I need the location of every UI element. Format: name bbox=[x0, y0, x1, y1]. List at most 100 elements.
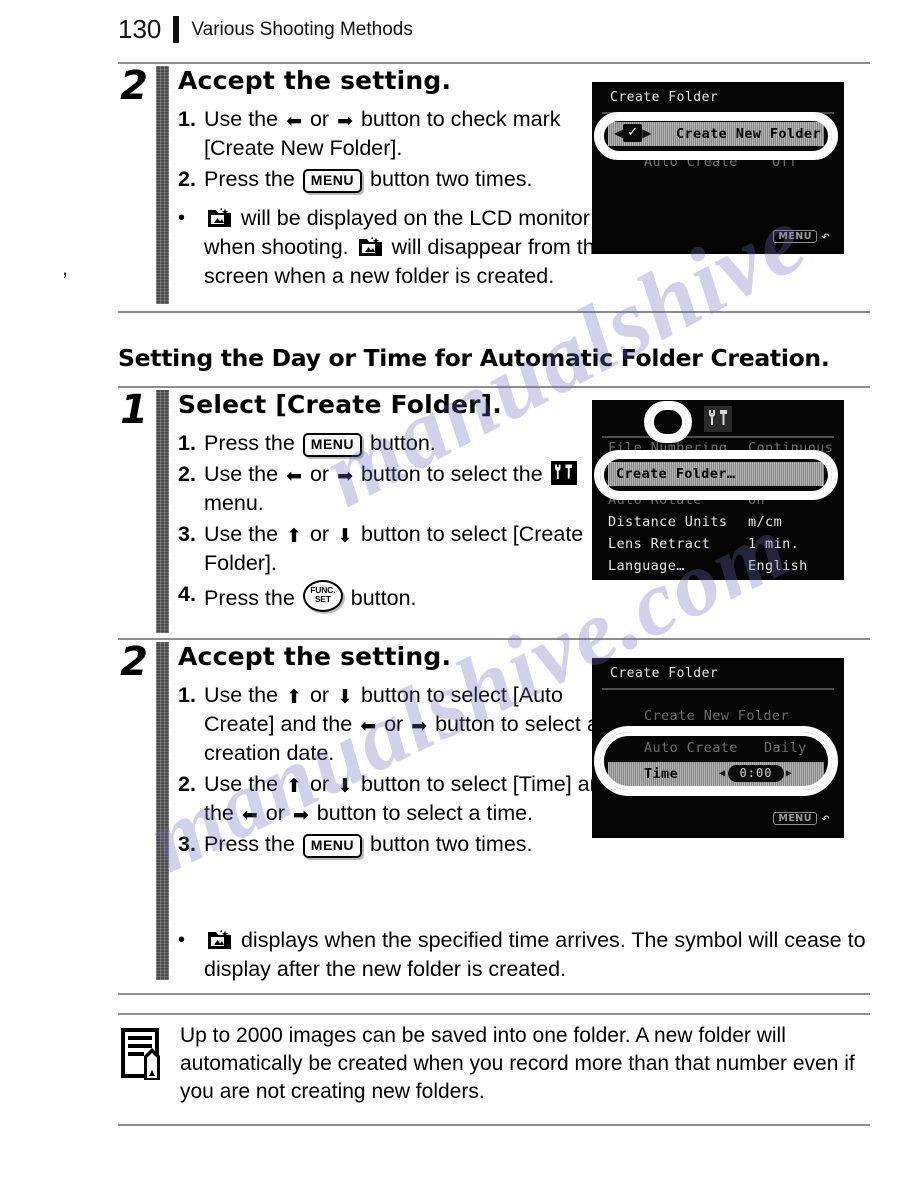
new-folder-icon bbox=[207, 207, 232, 229]
lcd-row-auto-rotate: Auto Rotate On bbox=[608, 492, 765, 508]
note-pencil-icon bbox=[118, 1026, 166, 1082]
lcd-menu-return-indicator: MENU ↶ bbox=[773, 811, 830, 826]
bullet-text: will be displayed on the LCD monitor whe… bbox=[204, 206, 607, 288]
rule-above-note bbox=[118, 993, 870, 995]
step-title: Accept the setting. bbox=[178, 66, 452, 95]
return-arrow-icon: ↶ bbox=[820, 809, 830, 827]
page-header: 130 Various Shooting Methods bbox=[118, 14, 413, 45]
arrow-left-icon: ⬅ bbox=[241, 804, 258, 826]
substep-marker: 2. bbox=[178, 772, 196, 796]
lcd-title: Create Folder bbox=[610, 90, 719, 105]
rule-note-bottom bbox=[118, 1124, 870, 1126]
func-set-button-icon[interactable]: FUNC. SET bbox=[302, 580, 343, 612]
menu-button-icon[interactable]: MENU bbox=[302, 834, 363, 858]
lcd-screen-create-folder-bottom: Create Folder Create New Folder Auto Cre… bbox=[592, 658, 844, 838]
menu-chip-icon: MENU bbox=[773, 812, 817, 825]
lcd-menu-return-indicator: MENU ↶ bbox=[773, 229, 830, 244]
bullet-marker: • bbox=[178, 207, 186, 229]
arrow-down-icon: ⬇ bbox=[337, 775, 353, 797]
step-bullet-note: • displays when the specified time arriv… bbox=[178, 926, 918, 984]
arrow-left-icon: ⬅ bbox=[360, 715, 377, 737]
step-substep-list: 1. Press the MENU button. 2. Use the ⬅ or ➡… bbox=[178, 429, 638, 613]
lcd-row-value: Continuous bbox=[748, 440, 834, 456]
substep-text: Use the ⬆ or ⬇ button to select [Time] a… bbox=[204, 772, 614, 826]
menu-button-icon[interactable]: MENU bbox=[302, 433, 363, 457]
step-accent-bar bbox=[156, 66, 169, 304]
step-two-bullet-wrap: • displays when the specified time arriv… bbox=[118, 916, 870, 982]
bullet-text: displays when the specified time arrives… bbox=[204, 928, 866, 981]
step-title: Accept the setting. bbox=[178, 642, 452, 671]
lcd-row-label: Auto Create bbox=[644, 154, 738, 170]
lcd-row-file-numbering: File Numbering Continuous bbox=[608, 440, 833, 456]
lcd-row-label: Language… bbox=[608, 558, 685, 574]
menu-button-icon[interactable]: MENU bbox=[302, 169, 363, 193]
arrow-left-icon: ⬅ bbox=[286, 110, 302, 132]
substep-marker: 3. bbox=[178, 522, 196, 546]
step-number: 2 bbox=[120, 639, 148, 685]
arrow-right-icon: ➡ bbox=[337, 110, 353, 132]
rule-below-section-heading bbox=[118, 386, 870, 388]
substep-marker: 4. bbox=[178, 582, 196, 606]
lcd-highlight-label: Create Folder… bbox=[616, 466, 736, 482]
step-number: 2 bbox=[120, 63, 148, 109]
lcd-row-label: Create New Folder bbox=[644, 708, 789, 724]
step-substep-list: 1. Use the ⬅ or ➡ button to check mark [C… bbox=[178, 105, 608, 194]
lcd-row-label: Auto Rotate bbox=[608, 492, 702, 508]
substep-text: Press the MENU button two times. bbox=[204, 832, 533, 858]
rule-above-step-two bbox=[118, 638, 870, 640]
page-number: 130 bbox=[118, 14, 162, 44]
substep-row: 2. Press the MENU button two times. bbox=[178, 165, 608, 194]
substep-marker: 1. bbox=[178, 431, 196, 455]
section-heading: Setting the Day or Time for Automatic Fo… bbox=[118, 344, 830, 372]
step-bullet-note: • will be displayed on the LCD monitor w… bbox=[178, 204, 608, 291]
lcd-checkmark-chip: ◀ ✓ ▶ bbox=[614, 124, 652, 142]
lcd-title: Create Folder bbox=[610, 666, 719, 681]
substep-text: Press the MENU button. bbox=[204, 431, 436, 457]
rule-below-step-top bbox=[118, 311, 870, 313]
step-number: 1 bbox=[120, 387, 148, 433]
substep-row: 4. Press the FUNC. SET button. bbox=[178, 580, 638, 613]
substep-row: 3. Press the MENU button two times. bbox=[178, 830, 638, 859]
substep-row: 1. Press the MENU button. bbox=[178, 429, 638, 458]
lcd-row-label: Lens Retract bbox=[608, 536, 711, 552]
lcd-row-label: File Numbering bbox=[608, 440, 728, 456]
lcd-row-value: 1 min. bbox=[748, 536, 800, 552]
lcd-row-value: Daily bbox=[764, 740, 807, 756]
manual-page: 130 Various Shooting Methods , 2 Accept … bbox=[0, 0, 918, 1188]
lcd-row-language: Language… English bbox=[608, 558, 807, 574]
stray-mark: , bbox=[62, 255, 69, 280]
lcd-time-value-pill: ◀ 0:00 ▶ bbox=[719, 765, 793, 782]
substep-marker: 2. bbox=[178, 462, 196, 486]
menu-chip-icon: MENU bbox=[773, 230, 817, 243]
lcd-row-value: English bbox=[748, 558, 808, 574]
new-folder-icon bbox=[358, 236, 383, 258]
note-block: Up to 2000 images can be saved into one … bbox=[118, 1022, 870, 1106]
substep-text: Use the ⬆ or ⬇ button to select [Auto Cr… bbox=[204, 683, 599, 765]
lcd-row-label: Auto Create bbox=[644, 740, 738, 756]
substep-row: 1. Use the ⬆ or ⬇ button to select [Auto … bbox=[178, 681, 638, 768]
note-text: Up to 2000 images can be saved into one … bbox=[180, 1024, 855, 1103]
lcd-row-lens-retract: Lens Retract 1 min. bbox=[608, 536, 799, 552]
rule-note-top bbox=[118, 1013, 870, 1015]
lcd-title-separator bbox=[602, 112, 834, 114]
lcd-title-separator bbox=[602, 688, 834, 690]
arrow-up-icon: ⬆ bbox=[286, 525, 302, 547]
tools-menu-icon bbox=[704, 406, 732, 436]
substep-row: 1. Use the ⬅ or ➡ button to check mark [C… bbox=[178, 105, 608, 163]
substep-text: Press the MENU button two times. bbox=[204, 167, 533, 193]
substep-text: Use the ⬆ or ⬇ button to select [Create … bbox=[204, 522, 584, 575]
lcd-highlight-label: Create New Folder bbox=[676, 126, 821, 142]
lcd-row-auto-create: Auto Create Daily bbox=[644, 740, 806, 756]
substep-text: Use the ⬅ or ➡ button to check mark [Cre… bbox=[204, 107, 561, 160]
arrow-down-icon: ⬇ bbox=[337, 686, 353, 708]
step-accent-bar bbox=[156, 390, 169, 633]
lcd-row-value: m/cm bbox=[748, 514, 783, 530]
bullet-row: • will be displayed on the LCD monitor w… bbox=[178, 204, 608, 291]
new-folder-icon bbox=[207, 929, 232, 951]
arrow-right-icon: ➡ bbox=[292, 804, 309, 826]
lcd-row-value: On bbox=[748, 492, 766, 508]
substep-marker: 2. bbox=[178, 167, 196, 191]
substep-text: Press the FUNC. SET button. bbox=[204, 580, 638, 613]
substep-marker: 1. bbox=[178, 683, 196, 707]
substep-row: 3. Use the ⬆ or ⬇ button to select [Creat… bbox=[178, 520, 638, 578]
